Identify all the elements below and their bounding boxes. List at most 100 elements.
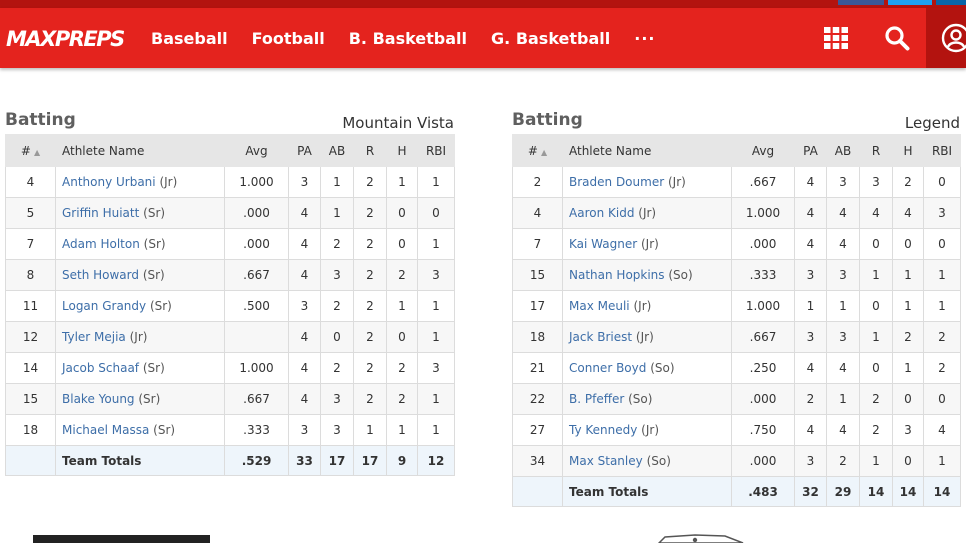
jersey-number: 8 [5, 259, 56, 291]
athlete-link[interactable]: Nathan Hopkins [569, 268, 665, 282]
col-header-avg[interactable]: Avg [731, 134, 795, 167]
col-header-h[interactable]: H [386, 134, 418, 167]
col-header-athlete[interactable]: Athlete Name [562, 134, 732, 167]
table-row: 4 Aaron Kidd (Jr) 1.000 4 4 4 4 3 [512, 197, 961, 229]
table-row: 21 Conner Boyd (So) .250 4 4 0 1 2 [512, 352, 961, 384]
athlete-link[interactable]: Logan Grandy [62, 299, 146, 313]
section-title: Batting [5, 110, 76, 130]
total-r: 17 [353, 445, 387, 476]
table-row: 12 Tyler Mejia (Jr) 4 0 2 0 1 [5, 321, 455, 353]
athlete-link[interactable]: Conner Boyd [569, 361, 646, 375]
col-header-pa[interactable]: PA [794, 134, 827, 167]
athlete-link[interactable]: B. Pfeffer [569, 392, 624, 406]
col-header-h[interactable]: H [892, 134, 924, 167]
athlete-class: (Jr) [633, 299, 652, 313]
col-header-rbi[interactable]: RBI [923, 134, 961, 167]
stat-avg: .000 [731, 383, 795, 415]
nav-more[interactable]: ··· [634, 29, 655, 48]
col-header-rbi[interactable]: RBI [417, 134, 455, 167]
stat-rbi: 3 [923, 197, 961, 229]
col-header-ab[interactable]: AB [826, 134, 860, 167]
social-tab-facebook[interactable] [838, 0, 884, 5]
ad-banner-left[interactable] [33, 535, 210, 543]
athlete-class: (Jr) [129, 330, 148, 344]
grid-icon[interactable] [824, 27, 848, 49]
athlete-class: (Jr) [640, 237, 659, 251]
col-header-pa[interactable]: PA [288, 134, 321, 167]
athlete-link[interactable]: Braden Doumer [569, 175, 664, 189]
nav-girls-basketball[interactable]: G. Basketball [491, 29, 610, 48]
table-row: 15 Blake Young (Sr) .667 4 3 2 2 1 [5, 383, 455, 415]
table-row: 5 Griffin Huiatt (Sr) .000 4 1 2 0 0 [5, 197, 455, 229]
athlete-class: (Jr) [667, 175, 686, 189]
athlete-link[interactable]: Max Stanley [569, 454, 643, 468]
stat-ab: 4 [826, 197, 860, 229]
athlete-cell: Jack Briest (Jr) [562, 321, 732, 353]
stat-avg: 1.000 [224, 166, 289, 198]
stat-rbi: 0 [923, 228, 961, 260]
user-menu-button[interactable] [926, 8, 966, 68]
total-ab: 17 [320, 445, 354, 476]
jersey-number: 14 [5, 352, 56, 384]
nav-boys-basketball[interactable]: B. Basketball [349, 29, 467, 48]
stat-avg: .500 [224, 290, 289, 322]
stat-avg: 1.000 [224, 352, 289, 384]
team-totals-row: Team Totals .483 32 29 14 14 14 [512, 476, 961, 507]
main-nav: Baseball Football B. Basketball G. Baske… [151, 8, 680, 68]
athlete-link[interactable]: Ty Kennedy [569, 423, 637, 437]
table-row: 7 Adam Holton (Sr) .000 4 2 2 0 1 [5, 228, 455, 260]
nav-football[interactable]: Football [252, 29, 325, 48]
ad-image-right[interactable] [655, 534, 747, 543]
stat-avg: .667 [731, 321, 795, 353]
maxpreps-logo[interactable]: MAXPREPS [6, 24, 124, 56]
stat-r: 2 [353, 228, 387, 260]
stat-ab: 2 [320, 228, 354, 260]
social-tab-twitter[interactable] [888, 0, 932, 5]
col-header-r[interactable]: R [859, 134, 893, 167]
total-h: 14 [892, 476, 924, 507]
jersey-number: 4 [5, 166, 56, 198]
stat-h: 2 [386, 259, 418, 291]
athlete-link[interactable]: Seth Howard [62, 268, 139, 282]
col-header-avg[interactable]: Avg [224, 134, 289, 167]
athlete-cell: Ty Kennedy (Jr) [562, 414, 732, 446]
athlete-link[interactable]: Griffin Huiatt [62, 206, 139, 220]
athlete-link[interactable]: Adam Holton [62, 237, 140, 251]
athlete-class: (Sr) [142, 268, 165, 282]
social-tab-other[interactable] [936, 0, 966, 5]
stat-ab: 3 [826, 259, 860, 291]
table-row: 4 Anthony Urbani (Jr) 1.000 3 1 2 1 1 [5, 166, 455, 198]
athlete-link[interactable]: Max Meuli [569, 299, 630, 313]
athlete-link[interactable]: Michael Massa [62, 423, 149, 437]
stat-ab: 0 [320, 321, 354, 353]
stat-ab: 2 [826, 445, 860, 477]
nav-baseball[interactable]: Baseball [151, 29, 228, 48]
athlete-link[interactable]: Blake Young [62, 392, 135, 406]
athlete-link[interactable]: Jacob Schaaf [62, 361, 139, 375]
stat-r: 1 [859, 259, 893, 291]
athlete-link[interactable]: Aaron Kidd [569, 206, 634, 220]
athlete-cell: Kai Wagner (Jr) [562, 228, 732, 260]
totals-spacer [512, 476, 563, 507]
athlete-link[interactable]: Kai Wagner [569, 237, 637, 251]
col-header-r[interactable]: R [353, 134, 387, 167]
jersey-number: 7 [5, 228, 56, 260]
jersey-number: 17 [512, 290, 563, 322]
col-header-number[interactable]: # ▲ [5, 134, 56, 167]
stat-avg: .667 [224, 383, 289, 415]
col-header-athlete[interactable]: Athlete Name [55, 134, 225, 167]
stat-r: 2 [353, 259, 387, 291]
search-icon[interactable] [884, 25, 910, 51]
athlete-link[interactable]: Anthony Urbani [62, 175, 156, 189]
user-icon [941, 23, 966, 53]
stat-pa: 3 [794, 259, 827, 291]
athlete-link[interactable]: Jack Briest [569, 330, 632, 344]
stat-avg: .000 [731, 228, 795, 260]
col-header-number[interactable]: # ▲ [512, 134, 563, 167]
stat-pa: 4 [794, 197, 827, 229]
col-header-ab[interactable]: AB [320, 134, 354, 167]
stat-ab: 3 [320, 414, 354, 446]
athlete-cell: Jacob Schaaf (Sr) [55, 352, 225, 384]
athlete-link[interactable]: Tyler Mejia [62, 330, 126, 344]
athlete-class: (Jr) [638, 206, 657, 220]
